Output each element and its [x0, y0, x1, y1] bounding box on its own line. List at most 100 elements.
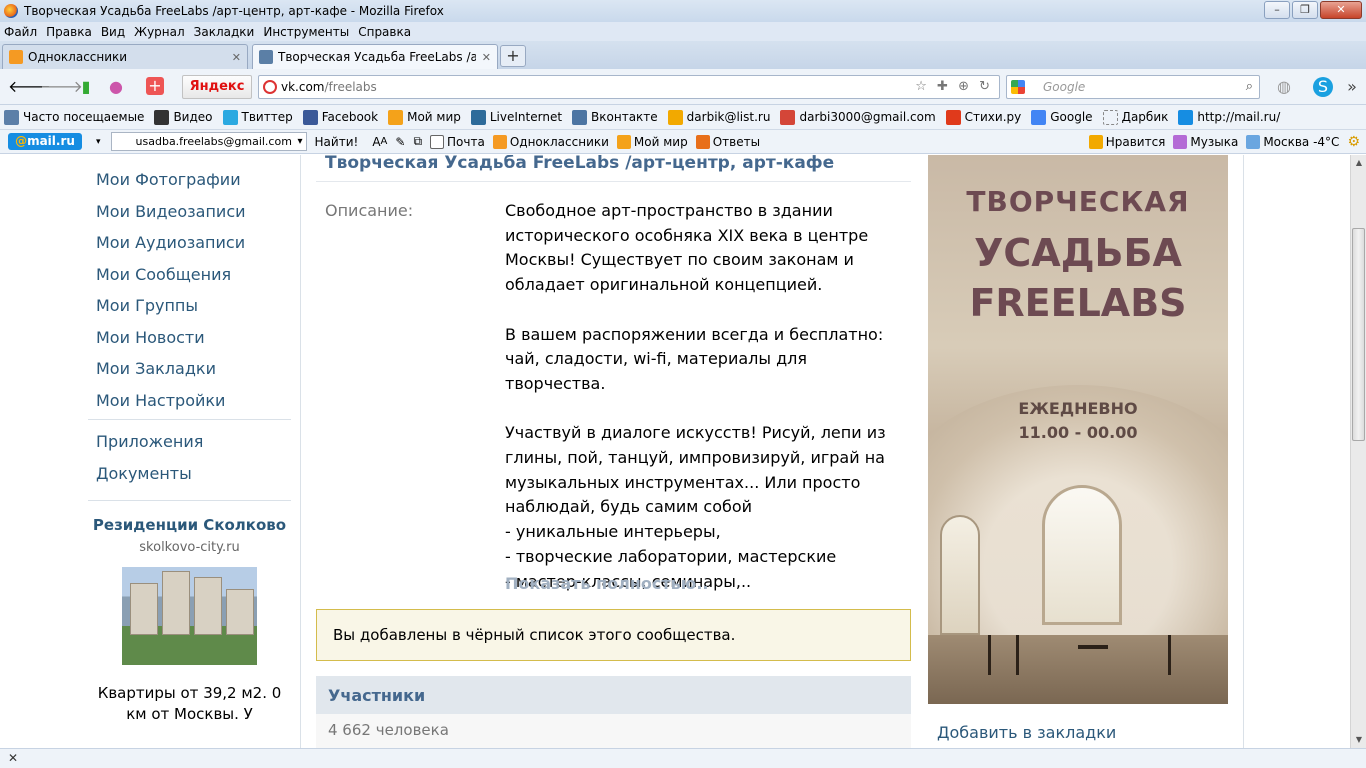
search-icon[interactable]: ⌕	[1246, 79, 1253, 94]
bookmark-item[interactable]: Видео	[154, 109, 213, 125]
mailbar-moymir[interactable]: Мой мир	[616, 134, 688, 149]
maximize-button[interactable]: ❐	[1292, 1, 1318, 19]
mailbar-answers[interactable]: Ответы	[695, 134, 760, 149]
mailbar-odnoklassniki[interactable]: Одноклассники	[492, 134, 609, 149]
skype-icon[interactable]: S	[1313, 77, 1333, 97]
bookmark-label: Вконтакте	[591, 110, 658, 124]
members-count[interactable]: 4 662 человека	[316, 714, 911, 748]
bookmark-item[interactable]: http://mail.ru/	[1178, 109, 1280, 125]
font-size-icon[interactable]: AA	[372, 135, 387, 149]
mailbar-weather[interactable]: Москва -4°С	[1246, 134, 1339, 149]
search-bar[interactable]: Google ⌕	[1006, 75, 1260, 99]
settings-gear-icon[interactable]: ⚙	[1347, 134, 1360, 150]
nav-my-settings[interactable]: Мои Настройки	[96, 390, 246, 422]
tab-odnoklassniki[interactable]: Одноклассники ✕	[2, 44, 248, 69]
bookmark-icon	[302, 109, 318, 125]
nav-my-messages[interactable]: Мои Сообщения	[96, 264, 246, 296]
bookmark-item[interactable]: LiveInternet	[470, 109, 563, 125]
address-bar[interactable]: vk.com/freelabs ☆ ✚ ⊕ ↻	[258, 75, 1000, 99]
close-findbar-icon[interactable]: ✕	[8, 751, 18, 765]
ad-title[interactable]: Резиденции Сколково	[88, 515, 291, 536]
close-tab-icon[interactable]: ✕	[482, 51, 491, 64]
menu-help[interactable]: Справка	[358, 25, 411, 39]
url-host: vk.com	[281, 80, 325, 94]
globe-icon[interactable]: ◍	[1274, 77, 1294, 97]
zoom-icon[interactable]: ⧉	[413, 134, 422, 149]
yandex-button[interactable]: Яндекс	[182, 75, 252, 99]
bookmark-icon	[1178, 109, 1194, 125]
nav-documents[interactable]: Документы	[96, 463, 203, 495]
forward-icon[interactable]: 🡒	[40, 77, 83, 97]
tab-freelabs[interactable]: Творческая Усадьба FreeLabs /арт-ц... ✕	[252, 44, 498, 69]
mailru-logo[interactable]: @mail.ru	[8, 133, 82, 150]
vertical-scrollbar[interactable]: ▲ ▼	[1350, 155, 1366, 748]
nav-apps[interactable]: Приложения	[96, 431, 203, 463]
nav-my-photos[interactable]: Мои Фотографии	[96, 169, 246, 201]
bookmark-item[interactable]: darbik@list.ru	[667, 109, 770, 125]
show-more-link[interactable]: Показать полностью..	[505, 574, 709, 593]
bookmark-item[interactable]: darbi3000@gmail.com	[780, 109, 936, 125]
odnoklassniki-icon	[9, 50, 23, 64]
members-header[interactable]: Участники	[316, 676, 911, 714]
find-button[interactable]: Найти!	[315, 135, 359, 149]
add-to-bookmarks-link[interactable]: Добавить в закладки	[937, 723, 1116, 742]
bookmark-item[interactable]: Стихи.ру	[945, 109, 1021, 125]
bookmark-item[interactable]: Дарбик	[1102, 109, 1168, 125]
bookmark-label: Мой мир	[407, 110, 461, 124]
account-select[interactable]: usadba.freelabs@gmail.com ▾	[110, 132, 307, 151]
nav-my-news[interactable]: Мои Новости	[96, 327, 246, 359]
addon-plus-icon[interactable]: +	[146, 77, 164, 95]
bookmark-item[interactable]: Часто посещаемые	[4, 109, 144, 125]
addon-icon[interactable]: ●	[106, 77, 126, 97]
chevron-down-icon: ▾	[297, 136, 303, 147]
menu-bookmarks[interactable]: Закладки	[194, 25, 255, 39]
bookmark-label: Google	[1050, 110, 1093, 124]
nav-my-bookmarks[interactable]: Мои Закладки	[96, 358, 246, 390]
mailbar-item-label: Почта	[447, 134, 485, 149]
nav-my-videos[interactable]: Мои Видеозаписи	[96, 201, 246, 233]
poster-line: УСАДЬБА	[974, 231, 1182, 275]
scroll-up-icon[interactable]: ▲	[1351, 155, 1366, 171]
menu-edit[interactable]: Правка	[46, 25, 92, 39]
close-window-button[interactable]: ✕	[1320, 1, 1362, 19]
vk-icon	[259, 50, 273, 64]
menu-file[interactable]: Файл	[4, 25, 37, 39]
bookmark-item[interactable]: Google	[1031, 109, 1093, 125]
dropdown-icon[interactable]: ▾	[96, 137, 101, 147]
menu-tools[interactable]: Инструменты	[263, 25, 349, 39]
navigation-bar: 🡐 🡒 ▮ ● + Яндекс vk.com/freelabs ☆ ✚ ⊕ ↻…	[0, 69, 1366, 105]
mailbar-item-label: Мой мир	[633, 134, 688, 149]
menu-view[interactable]: Вид	[101, 25, 125, 39]
nav-my-groups[interactable]: Мои Группы	[96, 295, 246, 327]
mailbar-like[interactable]: Нравится	[1088, 134, 1165, 149]
menu-bar: Файл Правка Вид Журнал Закладки Инструме…	[0, 22, 1366, 41]
group-avatar[interactable]: ТВОРЧЕСКАЯ УСАДЬБА FREELABS ЕЖЕДНЕВНО 11…	[928, 155, 1228, 704]
site-icon	[263, 80, 277, 94]
mailbar-music[interactable]: Музыка	[1173, 134, 1238, 149]
mailbar-mail[interactable]: Почта	[430, 134, 485, 149]
advertisement[interactable]: Резиденции Сколково skolkovo-city.ru Ква…	[88, 515, 291, 725]
close-tab-icon[interactable]: ✕	[232, 51, 241, 64]
bookmark-icon	[572, 109, 588, 125]
bookmark-item[interactable]: Мой мир	[388, 109, 461, 125]
new-tab-button[interactable]: +	[500, 45, 526, 67]
menu-more-icon[interactable]: »	[1342, 77, 1362, 97]
bookmark-icon	[667, 109, 683, 125]
minimize-button[interactable]: –	[1264, 1, 1290, 19]
back-icon[interactable]: 🡐	[8, 77, 51, 97]
menu-history[interactable]: Журнал	[134, 25, 185, 39]
bookmark-item[interactable]: Facebook	[302, 109, 378, 125]
signal-icon[interactable]: ▮	[76, 77, 96, 97]
bookmark-item[interactable]: Твиттер	[222, 109, 293, 125]
bookmark-label: LiveInternet	[489, 110, 563, 124]
scroll-down-icon[interactable]: ▼	[1351, 732, 1366, 748]
scrollbar-thumb[interactable]	[1352, 228, 1365, 441]
highlight-icon[interactable]: ✎	[395, 135, 405, 149]
search-placeholder: Google	[1043, 80, 1086, 94]
blacklist-notice: Вы добавлены в чёрный список этого сообщ…	[316, 609, 911, 661]
bookmark-item[interactable]: Вконтакте	[572, 109, 658, 125]
url-actions[interactable]: ☆ ✚ ⊕ ↻	[915, 79, 993, 94]
ad-image[interactable]	[122, 567, 257, 665]
description-paragraph: В вашем распоряжении всегда и бесплатно:…	[505, 324, 884, 393]
nav-my-audio[interactable]: Мои Аудиозаписи	[96, 232, 246, 264]
